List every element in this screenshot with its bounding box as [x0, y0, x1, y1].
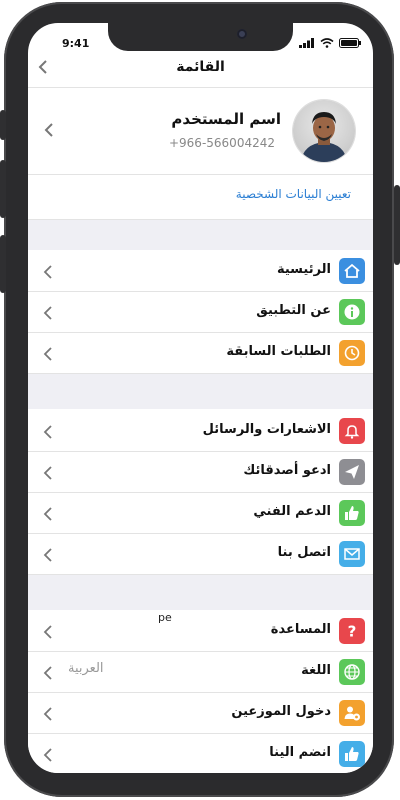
menu-item-label: اتصل بنا: [277, 545, 331, 560]
menu-item-home[interactable]: الرئيسية: [28, 251, 373, 292]
menu-item-label: اللغة: [301, 663, 331, 678]
stray-text: pe: [158, 611, 172, 624]
nav-header: القائمة: [28, 51, 373, 88]
menu-item-about[interactable]: عن التطبيق: [28, 292, 373, 333]
camera: [237, 29, 247, 39]
status-icons: [299, 38, 361, 48]
wifi-icon: [320, 38, 334, 48]
menu-item-support[interactable]: الدعم الفني: [28, 493, 373, 534]
section-divider: [28, 220, 373, 250]
menu-item-invite-friends[interactable]: ادعو أصدقائك: [28, 452, 373, 493]
chevron-left-icon: [43, 548, 52, 562]
mail-icon: [339, 541, 365, 567]
thumbs-up-icon: [339, 500, 365, 526]
screen: 9:41 القائمة اسم المستخدم +966-566004242: [28, 23, 373, 773]
status-time: 9:41: [62, 37, 90, 50]
history-icon: [339, 340, 365, 366]
section-divider: [28, 575, 373, 610]
menu-item-label: الطلبات السابقة: [226, 344, 331, 359]
menu-item-help[interactable]: المساعدة ?: [28, 611, 373, 652]
join-icon: [339, 741, 365, 767]
side-button: [0, 160, 6, 218]
menu-item-join-us[interactable]: انضم الينا: [28, 734, 373, 773]
signal-icon: [299, 38, 314, 48]
menu-item-label: الاشعارات والرسائل: [202, 422, 331, 437]
menu-item-label: الرئيسية: [276, 262, 331, 277]
chevron-left-icon: [43, 466, 52, 480]
menu-item-notifications[interactable]: الاشعارات والرسائل: [28, 411, 373, 452]
side-button: [0, 110, 6, 140]
menu-item-label: الدعم الفني: [253, 504, 331, 519]
side-button: [394, 185, 400, 265]
section-divider: [28, 374, 373, 409]
menu-item-label: عن التطبيق: [256, 303, 331, 318]
page-title: القائمة: [176, 59, 225, 75]
menu-item-distributor-login[interactable]: دخول الموزعين: [28, 693, 373, 734]
profile-card[interactable]: اسم المستخدم +966-566004242: [28, 88, 373, 175]
bell-icon: [339, 418, 365, 444]
avatar-photo: [301, 112, 347, 162]
avatar: [293, 100, 355, 162]
menu-item-language[interactable]: العربية اللغة: [28, 652, 373, 693]
menu-item-contact-us[interactable]: اتصل بنا: [28, 534, 373, 575]
edit-profile-label: تعيين البيانات الشخصية: [235, 187, 351, 201]
edit-profile-link[interactable]: تعيين البيانات الشخصية: [28, 175, 373, 220]
chevron-left-icon: [43, 425, 52, 439]
chevron-left-icon: [43, 707, 52, 721]
user-phone: +966-566004242: [168, 136, 275, 150]
menu-item-label: انضم الينا: [269, 745, 331, 760]
info-icon: [339, 299, 365, 325]
battery-icon: [339, 38, 361, 48]
notch: [108, 23, 293, 51]
send-icon: [339, 459, 365, 485]
menu-item-label: دخول الموزعين: [231, 704, 331, 719]
distributor-icon: [339, 700, 365, 726]
chevron-left-icon: [43, 625, 52, 639]
chevron-left-icon: [43, 666, 52, 680]
language-value: العربية: [68, 661, 104, 676]
menu-item-previous-orders[interactable]: الطلبات السابقة: [28, 333, 373, 374]
svg-text:?: ?: [348, 623, 357, 641]
side-button: [0, 235, 6, 293]
menu-item-label: ادعو أصدقائك: [243, 463, 331, 478]
chevron-left-icon: [43, 306, 52, 320]
menu-item-label: المساعدة: [270, 622, 331, 637]
chevron-left-icon: [43, 748, 52, 762]
chevron-left-icon: [44, 123, 53, 137]
globe-icon: [339, 659, 365, 685]
chevron-left-icon: [43, 265, 52, 279]
question-icon: ?: [339, 618, 365, 644]
home-icon: [339, 258, 365, 284]
chevron-left-icon: [43, 507, 52, 521]
user-name: اسم المستخدم: [171, 110, 281, 128]
chevron-left-icon: [43, 347, 52, 361]
